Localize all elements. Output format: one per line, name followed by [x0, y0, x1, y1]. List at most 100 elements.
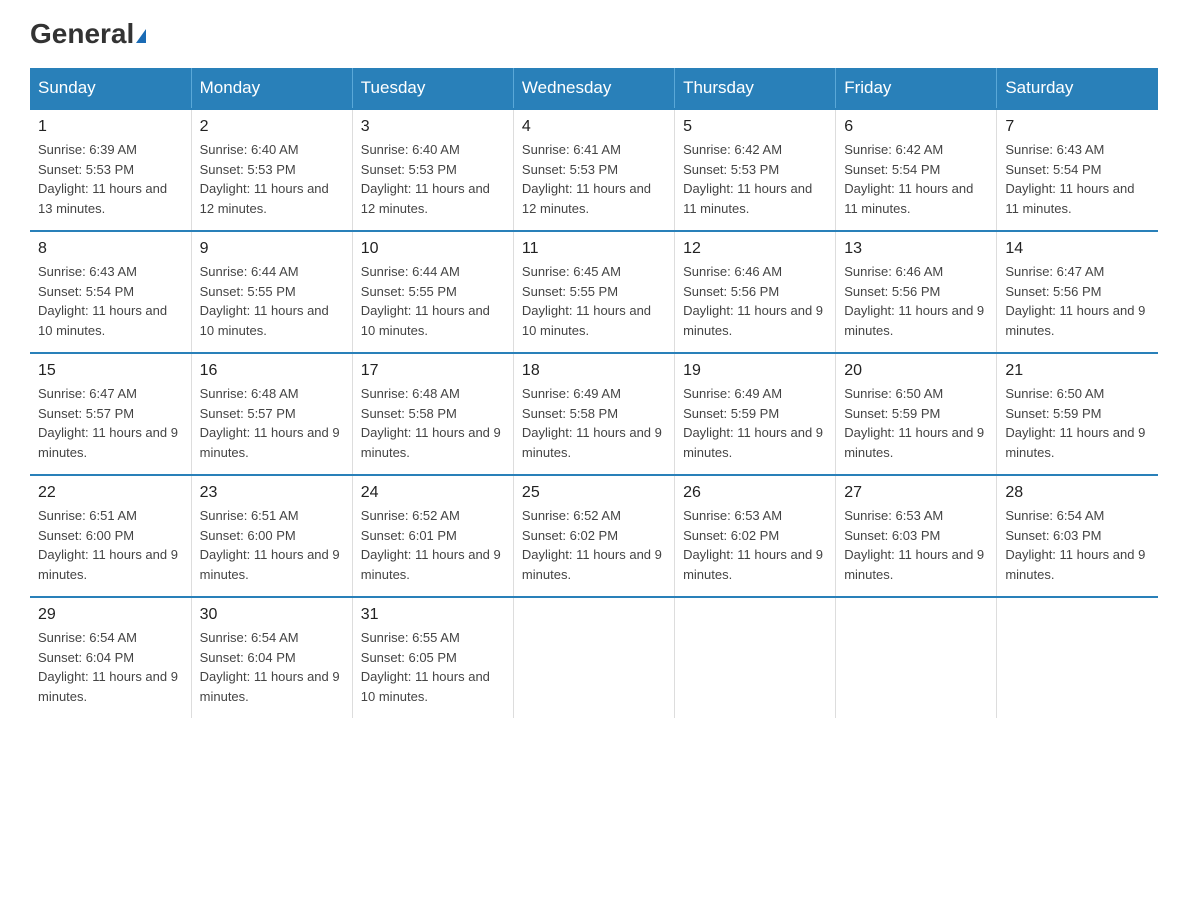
day-info: Sunrise: 6:52 AM Sunset: 6:02 PM Dayligh… [522, 506, 666, 584]
day-number: 10 [361, 240, 505, 258]
day-number: 14 [1005, 240, 1150, 258]
calendar-week-row: 8 Sunrise: 6:43 AM Sunset: 5:54 PM Dayli… [30, 231, 1158, 353]
calendar-cell: 9 Sunrise: 6:44 AM Sunset: 5:55 PM Dayli… [191, 231, 352, 353]
day-number: 16 [200, 362, 344, 380]
weekday-header-sunday: Sunday [30, 68, 191, 109]
calendar-cell [997, 597, 1158, 718]
calendar-cell [836, 597, 997, 718]
day-info: Sunrise: 6:40 AM Sunset: 5:53 PM Dayligh… [200, 140, 344, 218]
day-number: 20 [844, 362, 988, 380]
calendar-cell: 27 Sunrise: 6:53 AM Sunset: 6:03 PM Dayl… [836, 475, 997, 597]
calendar-cell: 2 Sunrise: 6:40 AM Sunset: 5:53 PM Dayli… [191, 109, 352, 231]
day-info: Sunrise: 6:53 AM Sunset: 6:02 PM Dayligh… [683, 506, 827, 584]
calendar-cell: 28 Sunrise: 6:54 AM Sunset: 6:03 PM Dayl… [997, 475, 1158, 597]
calendar-cell: 31 Sunrise: 6:55 AM Sunset: 6:05 PM Dayl… [352, 597, 513, 718]
day-number: 8 [38, 240, 183, 258]
calendar-cell: 20 Sunrise: 6:50 AM Sunset: 5:59 PM Dayl… [836, 353, 997, 475]
day-number: 15 [38, 362, 183, 380]
calendar-header-row: SundayMondayTuesdayWednesdayThursdayFrid… [30, 68, 1158, 109]
day-info: Sunrise: 6:42 AM Sunset: 5:53 PM Dayligh… [683, 140, 827, 218]
calendar-cell [513, 597, 674, 718]
calendar-cell: 26 Sunrise: 6:53 AM Sunset: 6:02 PM Dayl… [675, 475, 836, 597]
calendar-cell: 22 Sunrise: 6:51 AM Sunset: 6:00 PM Dayl… [30, 475, 191, 597]
day-info: Sunrise: 6:54 AM Sunset: 6:04 PM Dayligh… [38, 628, 183, 706]
calendar-cell: 8 Sunrise: 6:43 AM Sunset: 5:54 PM Dayli… [30, 231, 191, 353]
day-info: Sunrise: 6:50 AM Sunset: 5:59 PM Dayligh… [1005, 384, 1150, 462]
calendar-table: SundayMondayTuesdayWednesdayThursdayFrid… [30, 68, 1158, 718]
day-number: 23 [200, 484, 344, 502]
calendar-cell: 17 Sunrise: 6:48 AM Sunset: 5:58 PM Dayl… [352, 353, 513, 475]
logo: General [30, 20, 146, 48]
calendar-week-row: 15 Sunrise: 6:47 AM Sunset: 5:57 PM Dayl… [30, 353, 1158, 475]
day-info: Sunrise: 6:39 AM Sunset: 5:53 PM Dayligh… [38, 140, 183, 218]
day-info: Sunrise: 6:47 AM Sunset: 5:57 PM Dayligh… [38, 384, 183, 462]
day-info: Sunrise: 6:55 AM Sunset: 6:05 PM Dayligh… [361, 628, 505, 706]
calendar-cell: 21 Sunrise: 6:50 AM Sunset: 5:59 PM Dayl… [997, 353, 1158, 475]
calendar-week-row: 29 Sunrise: 6:54 AM Sunset: 6:04 PM Dayl… [30, 597, 1158, 718]
day-info: Sunrise: 6:49 AM Sunset: 5:58 PM Dayligh… [522, 384, 666, 462]
day-number: 31 [361, 606, 505, 624]
day-number: 3 [361, 118, 505, 136]
calendar-body: 1 Sunrise: 6:39 AM Sunset: 5:53 PM Dayli… [30, 109, 1158, 718]
weekday-header-friday: Friday [836, 68, 997, 109]
day-info: Sunrise: 6:48 AM Sunset: 5:58 PM Dayligh… [361, 384, 505, 462]
day-number: 9 [200, 240, 344, 258]
day-info: Sunrise: 6:47 AM Sunset: 5:56 PM Dayligh… [1005, 262, 1150, 340]
day-info: Sunrise: 6:51 AM Sunset: 6:00 PM Dayligh… [38, 506, 183, 584]
calendar-cell: 12 Sunrise: 6:46 AM Sunset: 5:56 PM Dayl… [675, 231, 836, 353]
page-header: General [30, 20, 1158, 48]
calendar-cell: 11 Sunrise: 6:45 AM Sunset: 5:55 PM Dayl… [513, 231, 674, 353]
day-number: 24 [361, 484, 505, 502]
calendar-cell: 24 Sunrise: 6:52 AM Sunset: 6:01 PM Dayl… [352, 475, 513, 597]
calendar-cell: 23 Sunrise: 6:51 AM Sunset: 6:00 PM Dayl… [191, 475, 352, 597]
day-number: 17 [361, 362, 505, 380]
day-number: 5 [683, 118, 827, 136]
day-number: 19 [683, 362, 827, 380]
day-number: 12 [683, 240, 827, 258]
day-info: Sunrise: 6:50 AM Sunset: 5:59 PM Dayligh… [844, 384, 988, 462]
calendar-cell: 13 Sunrise: 6:46 AM Sunset: 5:56 PM Dayl… [836, 231, 997, 353]
calendar-cell: 30 Sunrise: 6:54 AM Sunset: 6:04 PM Dayl… [191, 597, 352, 718]
weekday-header-monday: Monday [191, 68, 352, 109]
day-number: 1 [38, 118, 183, 136]
day-info: Sunrise: 6:46 AM Sunset: 5:56 PM Dayligh… [844, 262, 988, 340]
day-number: 26 [683, 484, 827, 502]
day-number: 4 [522, 118, 666, 136]
calendar-cell: 15 Sunrise: 6:47 AM Sunset: 5:57 PM Dayl… [30, 353, 191, 475]
calendar-cell: 16 Sunrise: 6:48 AM Sunset: 5:57 PM Dayl… [191, 353, 352, 475]
day-info: Sunrise: 6:53 AM Sunset: 6:03 PM Dayligh… [844, 506, 988, 584]
day-info: Sunrise: 6:48 AM Sunset: 5:57 PM Dayligh… [200, 384, 344, 462]
calendar-week-row: 22 Sunrise: 6:51 AM Sunset: 6:00 PM Dayl… [30, 475, 1158, 597]
calendar-cell: 6 Sunrise: 6:42 AM Sunset: 5:54 PM Dayli… [836, 109, 997, 231]
day-info: Sunrise: 6:41 AM Sunset: 5:53 PM Dayligh… [522, 140, 666, 218]
day-number: 25 [522, 484, 666, 502]
day-info: Sunrise: 6:43 AM Sunset: 5:54 PM Dayligh… [1005, 140, 1150, 218]
day-info: Sunrise: 6:46 AM Sunset: 5:56 PM Dayligh… [683, 262, 827, 340]
calendar-cell [675, 597, 836, 718]
day-info: Sunrise: 6:51 AM Sunset: 6:00 PM Dayligh… [200, 506, 344, 584]
day-info: Sunrise: 6:40 AM Sunset: 5:53 PM Dayligh… [361, 140, 505, 218]
day-number: 18 [522, 362, 666, 380]
calendar-cell: 25 Sunrise: 6:52 AM Sunset: 6:02 PM Dayl… [513, 475, 674, 597]
weekday-header-wednesday: Wednesday [513, 68, 674, 109]
day-info: Sunrise: 6:43 AM Sunset: 5:54 PM Dayligh… [38, 262, 183, 340]
calendar-cell: 29 Sunrise: 6:54 AM Sunset: 6:04 PM Dayl… [30, 597, 191, 718]
day-number: 2 [200, 118, 344, 136]
day-number: 21 [1005, 362, 1150, 380]
weekday-header-saturday: Saturday [997, 68, 1158, 109]
calendar-cell: 7 Sunrise: 6:43 AM Sunset: 5:54 PM Dayli… [997, 109, 1158, 231]
day-number: 30 [200, 606, 344, 624]
logo-main: General [30, 20, 146, 48]
day-number: 22 [38, 484, 183, 502]
day-number: 27 [844, 484, 988, 502]
calendar-cell: 14 Sunrise: 6:47 AM Sunset: 5:56 PM Dayl… [997, 231, 1158, 353]
calendar-cell: 5 Sunrise: 6:42 AM Sunset: 5:53 PM Dayli… [675, 109, 836, 231]
day-number: 28 [1005, 484, 1150, 502]
calendar-cell: 4 Sunrise: 6:41 AM Sunset: 5:53 PM Dayli… [513, 109, 674, 231]
day-info: Sunrise: 6:54 AM Sunset: 6:03 PM Dayligh… [1005, 506, 1150, 584]
day-info: Sunrise: 6:44 AM Sunset: 5:55 PM Dayligh… [200, 262, 344, 340]
day-info: Sunrise: 6:44 AM Sunset: 5:55 PM Dayligh… [361, 262, 505, 340]
calendar-cell: 19 Sunrise: 6:49 AM Sunset: 5:59 PM Dayl… [675, 353, 836, 475]
calendar-cell: 3 Sunrise: 6:40 AM Sunset: 5:53 PM Dayli… [352, 109, 513, 231]
day-number: 6 [844, 118, 988, 136]
